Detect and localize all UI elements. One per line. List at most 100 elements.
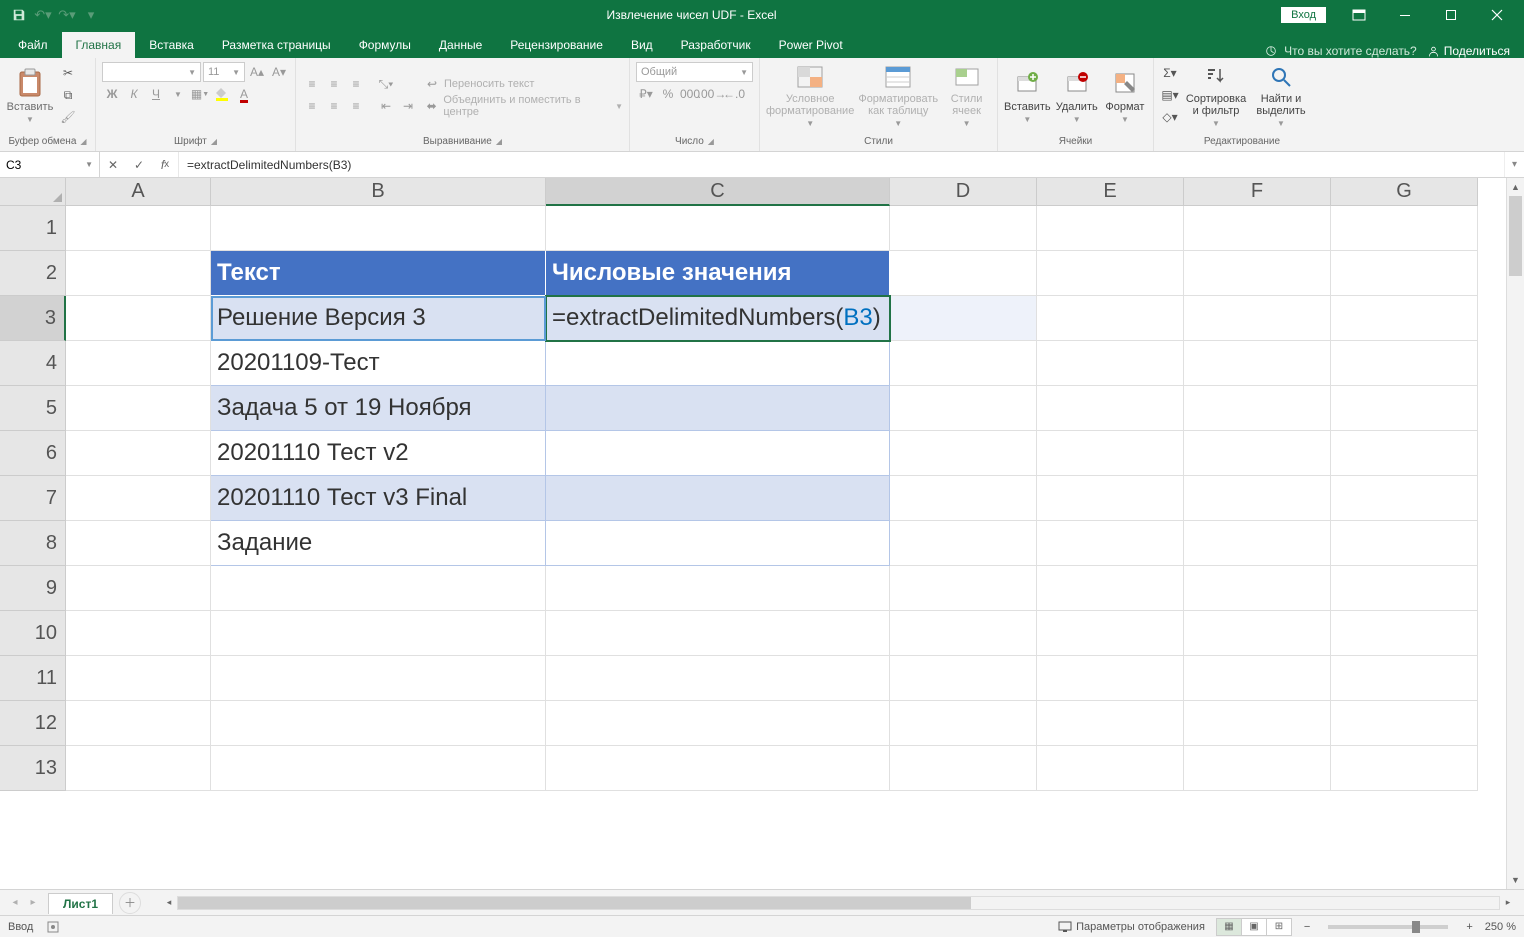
cell-D12[interactable] — [890, 701, 1037, 746]
column-header-F[interactable]: F — [1184, 178, 1331, 206]
normal-view-button[interactable]: ▦ — [1216, 918, 1242, 936]
display-settings-button[interactable]: Параметры отображения — [1058, 921, 1205, 933]
cell-G2[interactable] — [1331, 251, 1478, 296]
align-middle-icon[interactable]: ≡ — [324, 74, 344, 94]
cell-A13[interactable] — [66, 746, 211, 791]
cell-B2[interactable]: Текст — [211, 251, 546, 296]
cell-F5[interactable] — [1184, 386, 1331, 431]
cell-styles-button[interactable]: Стили ячеек▼ — [942, 62, 991, 128]
column-header-C[interactable]: C — [546, 178, 890, 206]
cell-A11[interactable] — [66, 656, 211, 701]
cell-G13[interactable] — [1331, 746, 1478, 791]
cell-B12[interactable] — [211, 701, 546, 746]
sort-filter-button[interactable]: Сортировка и фильтр▼ — [1184, 62, 1248, 128]
cell-C7[interactable] — [546, 476, 890, 521]
redo-icon[interactable]: ↷▾ — [56, 4, 78, 26]
row-header-6[interactable]: 6 — [0, 431, 66, 476]
italic-button[interactable]: К — [124, 84, 144, 104]
cell-C10[interactable] — [546, 611, 890, 656]
cell-D13[interactable] — [890, 746, 1037, 791]
accounting-format-icon[interactable]: ₽▾ — [636, 84, 656, 104]
tab-рецензирование[interactable]: Рецензирование — [496, 32, 617, 58]
confirm-edit-icon[interactable]: ✓ — [126, 158, 152, 172]
format-painter-icon[interactable]: 🖌 — [58, 107, 78, 127]
cell-D3[interactable] — [890, 296, 1037, 341]
cell-E1[interactable] — [1037, 206, 1184, 251]
formula-input[interactable]: =extractDelimitedNumbers(B3) — [179, 152, 1504, 177]
cell-A2[interactable] — [66, 251, 211, 296]
page-layout-view-button[interactable]: ▣ — [1241, 918, 1267, 936]
close-button[interactable] — [1474, 0, 1520, 30]
font-name-combo[interactable]: ▼ — [102, 62, 201, 82]
cell-D5[interactable] — [890, 386, 1037, 431]
cell-E7[interactable] — [1037, 476, 1184, 521]
cell-F11[interactable] — [1184, 656, 1331, 701]
row-header-1[interactable]: 1 — [0, 206, 66, 251]
copy-icon[interactable]: ⧉ — [58, 85, 78, 105]
cell-D7[interactable] — [890, 476, 1037, 521]
increase-indent-icon[interactable]: ⇥ — [398, 96, 418, 116]
tab-разработчик[interactable]: Разработчик — [667, 32, 765, 58]
alignment-launcher-icon[interactable]: ◢ — [496, 137, 502, 146]
cancel-edit-icon[interactable]: ✕ — [100, 158, 126, 172]
cell-A1[interactable] — [66, 206, 211, 251]
add-sheet-button[interactable]: ＋ — [119, 892, 141, 914]
find-select-button[interactable]: Найти и выделить▼ — [1252, 62, 1310, 128]
share-button[interactable]: Поделиться — [1427, 44, 1510, 58]
cell-A12[interactable] — [66, 701, 211, 746]
cell-G12[interactable] — [1331, 701, 1478, 746]
align-left-icon[interactable]: ≡ — [302, 96, 322, 116]
cell-C4[interactable] — [546, 341, 890, 386]
format-cells-button[interactable]: Формат▼ — [1103, 62, 1147, 128]
zoom-slider[interactable] — [1328, 925, 1448, 929]
cell-C13[interactable] — [546, 746, 890, 791]
cell-F12[interactable] — [1184, 701, 1331, 746]
tab-вставка[interactable]: Вставка — [135, 32, 208, 58]
fill-icon[interactable]: ▤▾ — [1160, 85, 1180, 105]
tab-главная[interactable]: Главная — [62, 32, 136, 58]
cell-E6[interactable] — [1037, 431, 1184, 476]
autosum-icon[interactable]: Σ▾ — [1160, 63, 1180, 83]
cell-G6[interactable] — [1331, 431, 1478, 476]
cell-C8[interactable] — [546, 521, 890, 566]
row-header-9[interactable]: 9 — [0, 566, 66, 611]
cell-F1[interactable] — [1184, 206, 1331, 251]
cell-C11[interactable] — [546, 656, 890, 701]
delete-cells-button[interactable]: Удалить▼ — [1055, 62, 1099, 128]
font-color-icon[interactable]: A — [234, 84, 254, 104]
border-icon[interactable]: ▦▼ — [190, 84, 210, 104]
align-center-icon[interactable]: ≡ — [324, 96, 344, 116]
cell-B3[interactable]: Решение Версия 3 — [211, 296, 546, 341]
cell-A10[interactable] — [66, 611, 211, 656]
cell-G7[interactable] — [1331, 476, 1478, 521]
merge-center-button[interactable]: ⬌ Объединить и поместить в центре ▼ — [422, 96, 623, 116]
align-right-icon[interactable]: ≡ — [346, 96, 366, 116]
cell-G5[interactable] — [1331, 386, 1478, 431]
row-header-10[interactable]: 10 — [0, 611, 66, 656]
column-header-E[interactable]: E — [1037, 178, 1184, 206]
underline-button[interactable]: Ч — [146, 84, 166, 104]
font-size-combo[interactable]: 11▼ — [203, 62, 245, 82]
cell-C3[interactable]: =extractDelimitedNumbers(B3) — [546, 296, 890, 341]
zoom-out-button[interactable]: − — [1304, 921, 1310, 933]
cell-F2[interactable] — [1184, 251, 1331, 296]
row-header-5[interactable]: 5 — [0, 386, 66, 431]
qat-customize-icon[interactable]: ▾ — [80, 4, 102, 26]
tab-вид[interactable]: Вид — [617, 32, 667, 58]
cell-D11[interactable] — [890, 656, 1037, 701]
clear-icon[interactable]: ◇▾ — [1160, 107, 1180, 127]
row-header-3[interactable]: 3 — [0, 296, 66, 341]
cell-C9[interactable] — [546, 566, 890, 611]
bold-button[interactable]: Ж — [102, 84, 122, 104]
cell-G1[interactable] — [1331, 206, 1478, 251]
fill-color-icon[interactable] — [212, 84, 232, 104]
cell-E9[interactable] — [1037, 566, 1184, 611]
tab-данные[interactable]: Данные — [425, 32, 496, 58]
wrap-text-button[interactable]: ↩ Переносить текст — [422, 74, 623, 94]
cell-A6[interactable] — [66, 431, 211, 476]
zoom-in-button[interactable]: + — [1466, 921, 1472, 933]
cell-grid[interactable]: ТекстЧисловые значенияРешение Версия 3=e… — [66, 206, 1506, 889]
cell-F6[interactable] — [1184, 431, 1331, 476]
tab-разметка-страницы[interactable]: Разметка страницы — [208, 32, 345, 58]
cell-G8[interactable] — [1331, 521, 1478, 566]
